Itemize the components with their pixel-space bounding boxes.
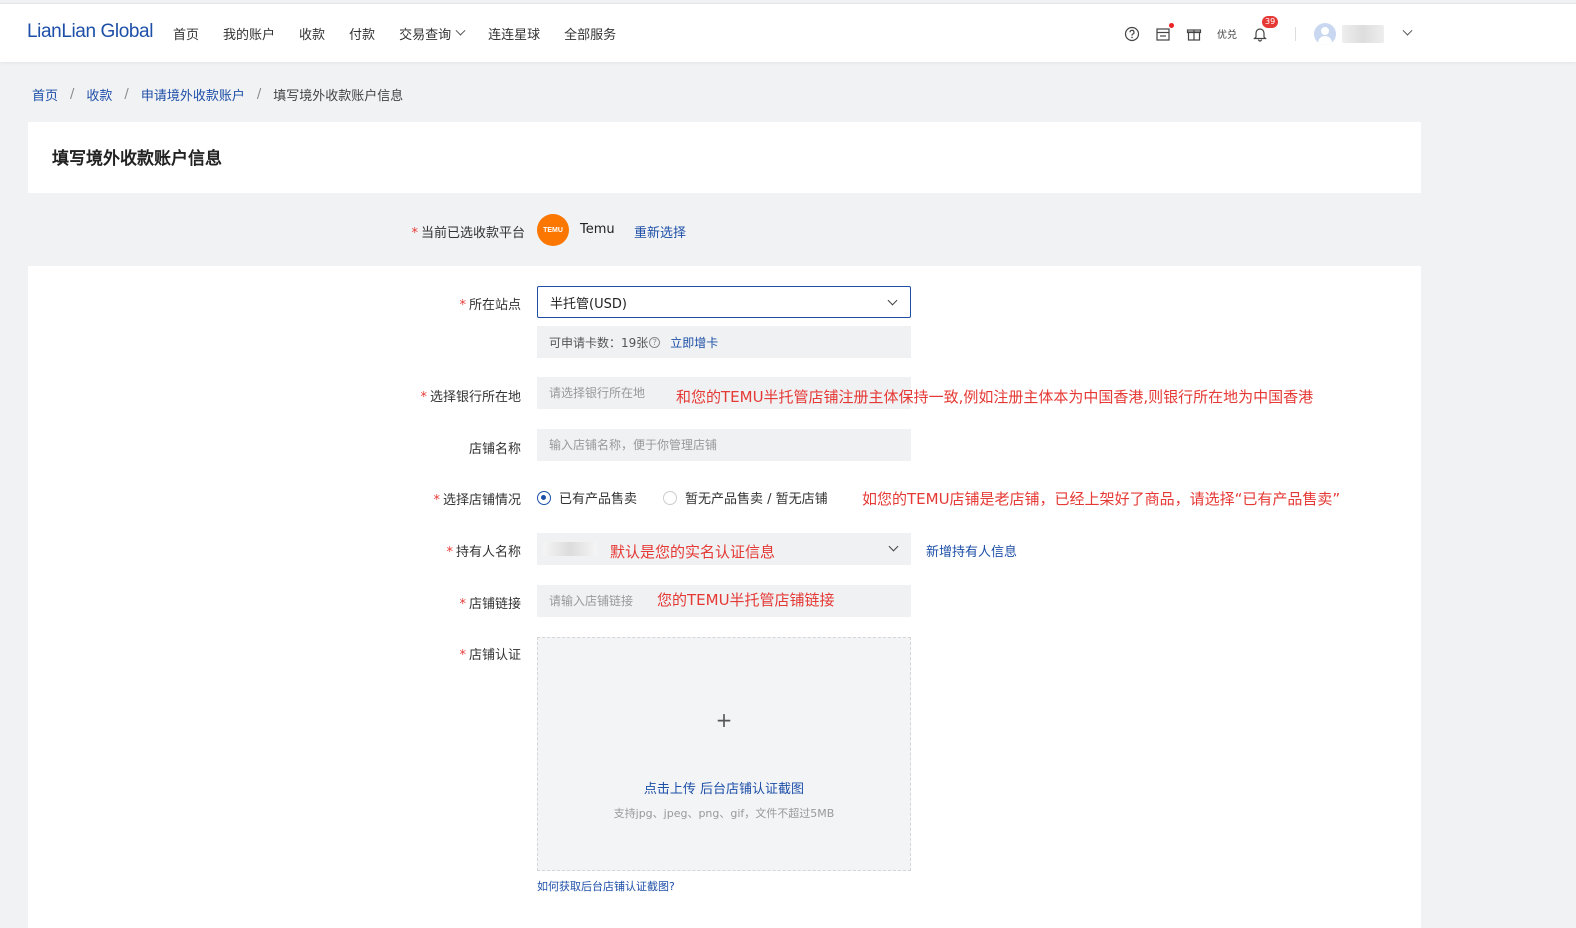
required-mark: * [433,493,440,508]
chevron-down-icon [887,295,898,306]
calendar-button[interactable] [1155,22,1174,42]
lianlian-logo[interactable]: LianLian Global [27,21,153,43]
store-link-annotation: 您的TEMU半托管店铺链接 [657,591,835,609]
holder-annotation: 默认是您的实名认证信息 [610,543,776,561]
store-auth-help-link[interactable]: 如何获取后台店铺认证截图? [537,878,675,894]
site-select[interactable]: 半托管(USD) [537,286,911,318]
nav-item-my-account[interactable]: 我的账户 [223,24,275,43]
page-title: 填写境外收款账户信息 [52,149,222,169]
add-holder-link[interactable]: 新增持有人信息 [926,541,1017,560]
notification-dot [1169,22,1174,28]
platform-label: * 当前已选收款平台 [325,222,525,241]
store-status-label: * 选择店铺情况 [321,489,521,508]
holder-label-text: 持有人名称 [455,545,521,560]
holder-name-redacted [543,542,597,556]
store-status-annotation: 如您的TEMU店铺是老店铺，已经上架好了商品，请选择“已有产品售卖” [862,490,1341,508]
top-navbar: LianLian Global 首页 我的账户 收款 付款 交易查询 连连星球 … [0,3,1576,62]
username-redacted [1342,24,1384,43]
platform-label-text: 当前已选收款平台 [420,226,525,241]
form-card: 填写境外收款账户信息 * 当前已选收款平台 TEMU Temu 重新选择 * 所在站… [28,122,1421,928]
required-mark: * [446,545,453,560]
site-select-value: 半托管(USD) [550,296,627,312]
site-label: * 所在站点 [321,294,521,313]
nav-item-home[interactable]: 首页 [173,24,199,43]
nav-item-lianlian-planet[interactable]: 连连星球 [488,24,540,43]
reselect-platform-link[interactable]: 重新选择 [634,222,686,241]
card-quota-info: 可申请卡数：19张 ? 立即增卡 [537,326,911,358]
store-link-label-text: 店铺链接 [468,597,521,612]
store-status-radio-group: 已有产品售卖 暂无产品售卖 / 暂无店铺 [537,488,854,507]
breadcrumb-home[interactable]: 首页 [32,85,58,104]
card-quota-text: 可申请卡数：19张 [549,335,649,350]
notifications-button[interactable]: 39 [1252,15,1279,42]
required-mark: * [459,298,466,313]
required-mark: * [420,390,427,405]
nav-item-transaction-query[interactable]: 交易查询 [399,24,466,43]
required-mark: * [459,597,466,612]
radio-no-products[interactable]: 暂无产品售卖 / 暂无店铺 [663,488,828,507]
bank-location-label: * 选择银行所在地 [321,386,521,405]
redeem-button[interactable]: 优兑 [1217,26,1237,41]
store-auth-label: * 店铺认证 [321,644,521,663]
store-status-label-text: 选择店铺情况 [442,493,521,508]
nav-item-collection[interactable]: 收款 [299,24,325,43]
chevron-down-icon[interactable] [1402,25,1413,36]
question-circle-icon [1124,26,1140,41]
help-button[interactable] [1124,26,1140,42]
platform-name: Temu [580,222,615,237]
store-auth-upload[interactable]: + 点击上传 后台店铺认证截图 支持jpg、jpeg、png、gif，文件不超过… [537,637,911,871]
radio-unchecked-icon [663,490,678,505]
radio-has-products[interactable]: 已有产品售卖 [537,488,637,507]
avatar[interactable] [1314,22,1336,45]
breadcrumb-separator: / [256,87,262,102]
store-name-input[interactable] [537,429,911,461]
plus-icon: + [715,708,733,732]
temu-logo: TEMU [537,214,569,246]
add-card-link[interactable]: 立即增卡 [670,334,718,351]
store-link-label: * 店铺链接 [321,593,521,612]
notification-count-badge: 39 [1262,15,1279,28]
breadcrumb-separator: / [70,87,75,102]
chevron-down-icon [455,25,466,36]
breadcrumb-separator: / [124,87,129,102]
bank-location-label-text: 选择银行所在地 [429,390,521,405]
site-label-text: 所在站点 [468,298,521,313]
nav-item-transaction-query-label: 交易查询 [399,28,452,43]
required-mark: * [459,648,466,663]
nav-item-payment[interactable]: 付款 [349,24,375,43]
upload-hint: 支持jpg、jpeg、png、gif，文件不超过5MB [613,807,835,820]
required-mark: * [411,226,418,241]
radio-checked-icon [537,490,551,505]
nav-item-all-services[interactable]: 全部服务 [564,24,616,43]
radio-has-products-label: 已有产品售卖 [559,492,638,507]
divider [1295,26,1296,41]
upload-text: 点击上传 后台店铺认证截图 [643,782,805,797]
redeem-label: 优兑 [1217,30,1237,41]
store-auth-label-text: 店铺认证 [468,648,521,663]
holder-label: * 持有人名称 [321,541,521,560]
chevron-down-icon [888,541,899,552]
radio-no-products-label: 暂无产品售卖 / 暂无店铺 [685,492,828,507]
header-tools: 优兑 39 [1124,4,1413,63]
gift-icon [1186,28,1202,41]
breadcrumb-collection[interactable]: 收款 [86,85,112,104]
store-name-label: 店铺名称 [468,442,521,457]
breadcrumb-current: 填写境外收款账户信息 [273,89,404,104]
bell-icon [1253,27,1267,42]
gift-button[interactable] [1186,26,1202,42]
bank-location-annotation: 和您的TEMU半托管店铺注册主体保持一致,例如注册主体本为中国香港,则银行所在地… [676,388,1314,406]
breadcrumb: 首页 / 收款 / 申请境外收款账户 / 填写境外收款账户信息 [32,85,403,104]
question-circle-icon[interactable]: ? [649,336,661,348]
platform-section [28,193,1421,266]
breadcrumb-apply-account[interactable]: 申请境外收款账户 [141,85,245,104]
calendar-icon [1156,27,1170,41]
main-nav: 首页 我的账户 收款 付款 交易查询 连连星球 全部服务 [173,4,640,63]
